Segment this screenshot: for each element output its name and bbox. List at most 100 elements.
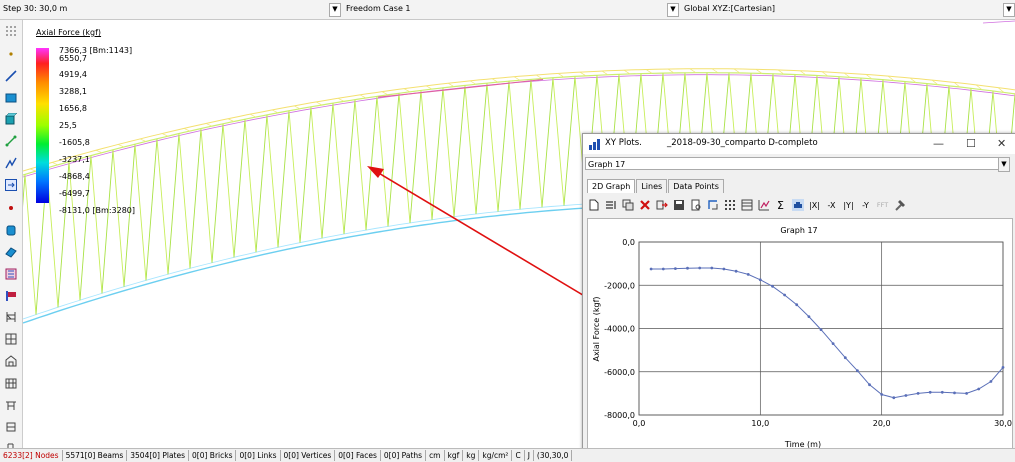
truss-diagonal bbox=[183, 128, 191, 132]
truss-diagonal bbox=[332, 103, 345, 235]
x-tick-label: 30,0 bbox=[994, 419, 1012, 428]
abs-y-button[interactable]: |Y| bbox=[842, 198, 855, 212]
y-tick-label: -4000,0 bbox=[604, 325, 635, 334]
mesh-icon[interactable] bbox=[4, 332, 18, 346]
cylinder-icon[interactable] bbox=[4, 223, 18, 237]
new-document-icon[interactable] bbox=[587, 198, 600, 212]
plate-icon[interactable] bbox=[4, 91, 18, 105]
neg-x-button[interactable]: -X bbox=[825, 198, 838, 212]
step-selector[interactable]: Step 30: 30,0 m bbox=[3, 2, 67, 16]
tab-lines[interactable]: Lines bbox=[636, 179, 668, 193]
move-icon[interactable] bbox=[4, 178, 18, 192]
sum-icon[interactable]: Σ bbox=[774, 198, 787, 212]
brick-icon[interactable] bbox=[4, 112, 18, 126]
coordinate-system-dropdown-icon[interactable]: ▼ bbox=[1003, 3, 1015, 17]
truss-diagonal bbox=[381, 91, 389, 96]
print-preview-icon[interactable] bbox=[689, 198, 702, 212]
legend-value: 6550,7 bbox=[59, 54, 87, 63]
data-point bbox=[940, 390, 944, 394]
link-icon[interactable] bbox=[4, 134, 18, 148]
freedom-case-dropdown-icon[interactable]: ▼ bbox=[667, 3, 679, 17]
path-icon[interactable] bbox=[4, 156, 18, 170]
graph-dropdown-icon[interactable]: ▼ bbox=[998, 157, 1010, 172]
graph-selector[interactable]: Graph 17 ▼ bbox=[585, 157, 1010, 172]
beam-icon[interactable] bbox=[4, 69, 18, 83]
y-tick-label: 0,0 bbox=[622, 238, 635, 247]
coordinate-system-selector[interactable]: Global XYZ:[Cartesian] bbox=[684, 2, 775, 16]
table-icon[interactable] bbox=[740, 198, 753, 212]
chart-icon[interactable] bbox=[757, 198, 770, 212]
truss-diagonal bbox=[178, 133, 191, 269]
tab-data-points[interactable]: Data Points bbox=[668, 179, 724, 193]
fft-button[interactable]: FFT bbox=[876, 198, 889, 212]
truss-diagonal bbox=[288, 110, 301, 243]
truss-diagonal bbox=[541, 77, 554, 208]
data-point bbox=[953, 391, 956, 395]
status-paths: 0[0] Paths bbox=[381, 450, 427, 461]
flag-icon[interactable] bbox=[4, 289, 18, 303]
unit-mass[interactable]: kg bbox=[463, 450, 480, 461]
truss-diagonal bbox=[425, 85, 433, 90]
unit-energy[interactable]: J bbox=[525, 450, 534, 461]
tab-2d-graph[interactable]: 2D Graph bbox=[587, 179, 636, 193]
data-point bbox=[807, 315, 811, 318]
point-icon[interactable] bbox=[4, 201, 18, 215]
x-tick-label: 0,0 bbox=[633, 419, 646, 428]
unit-force[interactable]: kgf bbox=[445, 450, 464, 461]
car-icon[interactable] bbox=[791, 198, 804, 212]
y-tick-label: -2000,0 bbox=[604, 281, 635, 290]
xy-plot-window: XY Plots. _2018-09-30_comparto D-complet… bbox=[582, 133, 1015, 455]
truss-diagonal bbox=[486, 83, 499, 212]
grid-lines-icon[interactable] bbox=[723, 198, 736, 212]
grid-dots-icon[interactable] bbox=[4, 24, 18, 38]
rotate-icon[interactable] bbox=[706, 198, 719, 212]
data-point bbox=[916, 392, 920, 395]
frame-icon[interactable] bbox=[4, 376, 18, 390]
legend-value: -3237,1 bbox=[59, 155, 90, 164]
truss-diagonal bbox=[420, 90, 433, 220]
plot-app-title: XY Plots. bbox=[605, 138, 642, 148]
building-icon[interactable] bbox=[4, 354, 18, 368]
wall-icon[interactable] bbox=[4, 420, 18, 434]
delete-icon[interactable] bbox=[638, 198, 651, 212]
unit-pressure[interactable]: kg/cm² bbox=[479, 450, 513, 461]
graph-toolbar: Σ |X| -X |Y| -Y FFT bbox=[587, 196, 910, 214]
truss-diagonal bbox=[293, 105, 301, 110]
data-point bbox=[734, 269, 738, 273]
truss-diagonal bbox=[431, 87, 444, 220]
minimize-button[interactable]: — bbox=[933, 137, 944, 150]
eraser-icon[interactable] bbox=[4, 245, 18, 259]
truss-diagonal bbox=[447, 82, 455, 87]
status-beams: 5571[0] Beams bbox=[63, 450, 128, 461]
data-point bbox=[856, 369, 859, 373]
neg-y-button[interactable]: -Y bbox=[859, 198, 872, 212]
step-dropdown-icon[interactable]: ▼ bbox=[329, 3, 341, 17]
legend-color-bar bbox=[36, 48, 49, 203]
unit-temperature[interactable]: C bbox=[512, 450, 525, 461]
plot-file-title: _2018-09-30_comparto D-completo bbox=[667, 138, 818, 148]
node-icon[interactable] bbox=[4, 47, 18, 61]
xy-plots-app-icon bbox=[589, 139, 600, 150]
save-icon[interactable] bbox=[672, 198, 685, 212]
export-icon[interactable] bbox=[655, 198, 668, 212]
truss-diagonal bbox=[23, 174, 26, 208]
load-icon[interactable] bbox=[4, 267, 18, 281]
axial-force-chart[interactable]: Graph 17 0,0 10,0 20,0 30,0 0,0 -2000,0 -4000,… bbox=[588, 219, 1012, 451]
truss-icon[interactable] bbox=[4, 398, 18, 412]
truss-diagonal bbox=[442, 87, 455, 217]
close-button[interactable]: ✕ bbox=[997, 137, 1006, 150]
maximize-button[interactable]: ☐ bbox=[966, 137, 976, 150]
freedom-case-selector[interactable]: Freedom Case 1 bbox=[346, 2, 411, 16]
tools-icon[interactable] bbox=[893, 198, 906, 212]
truss-diagonal bbox=[519, 79, 532, 210]
copy-icon[interactable] bbox=[621, 198, 634, 212]
abs-x-button[interactable]: |X| bbox=[808, 198, 821, 212]
structure-icon[interactable] bbox=[4, 310, 18, 324]
status-plates: 3504[0] Plates bbox=[127, 450, 190, 461]
series-icon[interactable] bbox=[604, 198, 617, 212]
unit-length[interactable]: cm bbox=[426, 450, 445, 461]
truss-diagonal bbox=[271, 109, 279, 114]
truss-diagonal bbox=[563, 76, 576, 206]
truss-diagonal bbox=[403, 88, 411, 93]
truss-diagonal bbox=[200, 128, 213, 263]
